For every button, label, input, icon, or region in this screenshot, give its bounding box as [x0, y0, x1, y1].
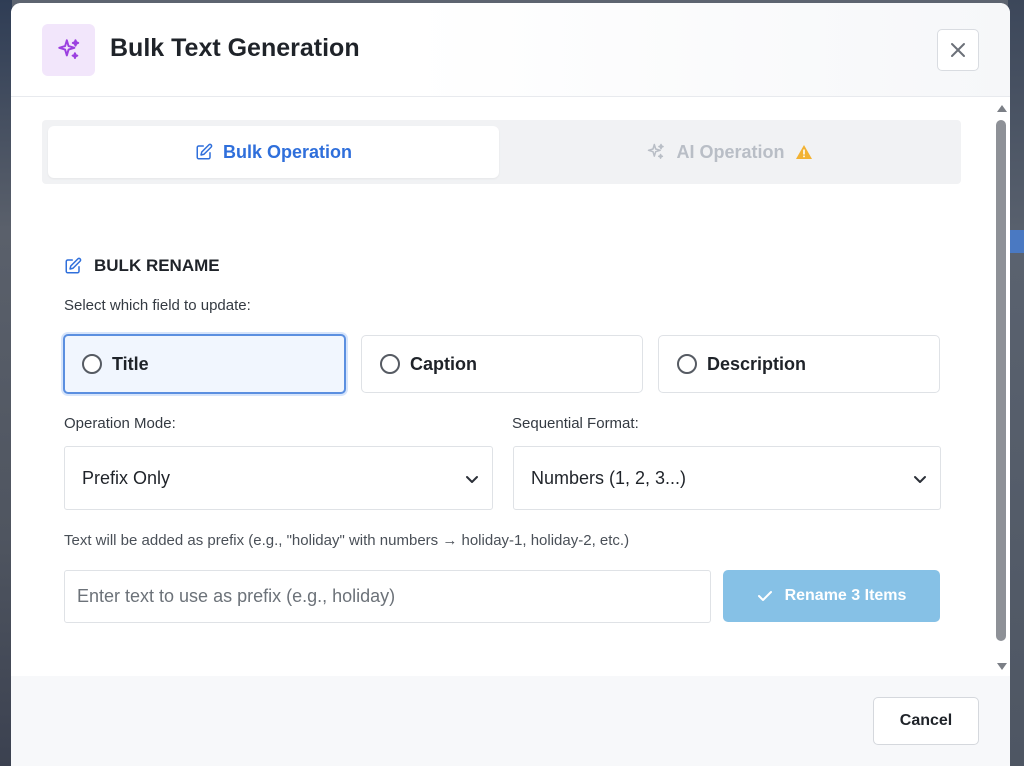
radio-button[interactable]	[677, 354, 697, 374]
sparkles-icon	[42, 24, 95, 76]
sequential-format-label: Sequential Format:	[512, 415, 639, 432]
modal-header: Bulk Text Generation	[11, 3, 1010, 97]
bulk-text-generation-modal: Bulk Text Generation Bulk Operation AI O…	[11, 3, 1010, 766]
option-description[interactable]: Description	[658, 335, 940, 393]
sparkles-icon	[648, 143, 665, 159]
rename-button-label: Rename 3 Items	[784, 587, 907, 604]
radio-button[interactable]	[82, 354, 102, 374]
scroll-thumb[interactable]	[996, 120, 1006, 641]
radio-button[interactable]	[380, 354, 400, 374]
option-label: Title	[112, 353, 149, 374]
tab-bulk-operation[interactable]: Bulk Operation	[48, 126, 499, 178]
rename-items-button[interactable]: Rename 3 Items	[723, 570, 940, 622]
sequential-format-select[interactable]: Numbers (1, 2, 3...)	[513, 446, 941, 510]
select-value: Prefix Only	[82, 467, 171, 488]
scrollbar[interactable]	[993, 98, 1010, 676]
tab-ai-operation[interactable]: AI Operation	[502, 126, 957, 178]
backdrop-right	[1008, 0, 1024, 766]
modal-title: Bulk Text Generation	[110, 34, 360, 62]
field-prompt: Select which field to update:	[64, 297, 251, 314]
chevron-down-icon	[914, 476, 926, 483]
select-value: Numbers (1, 2, 3...)	[531, 467, 687, 488]
edit-icon	[196, 143, 213, 160]
modal-footer: Cancel	[11, 676, 1010, 766]
chevron-down-icon	[466, 476, 478, 483]
close-icon	[951, 43, 965, 57]
section-title: BULK RENAME	[64, 256, 220, 276]
section-title-text: BULK RENAME	[94, 256, 220, 275]
warning-icon	[795, 145, 812, 159]
operation-mode-select[interactable]: Prefix Only	[64, 446, 493, 510]
operation-tabs: Bulk Operation AI Operation	[42, 120, 961, 184]
check-icon	[757, 591, 772, 601]
option-label: Caption	[410, 353, 477, 374]
tab-label: Bulk Operation	[222, 141, 352, 162]
prefix-input[interactable]	[64, 570, 711, 623]
option-caption[interactable]: Caption	[361, 335, 643, 393]
tab-label: AI Operation	[676, 141, 785, 162]
cancel-button[interactable]: Cancel	[873, 697, 979, 745]
edit-icon	[65, 257, 82, 274]
option-label: Description	[707, 353, 807, 374]
prefix-hint: Text will be added as prefix (e.g., "hol…	[64, 532, 630, 549]
scroll-down-arrow[interactable]	[997, 663, 1007, 670]
scroll-up-arrow[interactable]	[997, 105, 1007, 112]
modal-body: Bulk Operation AI Operation BULK RENAME …	[11, 98, 1010, 676]
option-title[interactable]: Title	[63, 334, 346, 394]
operation-mode-label: Operation Mode:	[64, 415, 176, 432]
close-button[interactable]	[937, 29, 979, 71]
